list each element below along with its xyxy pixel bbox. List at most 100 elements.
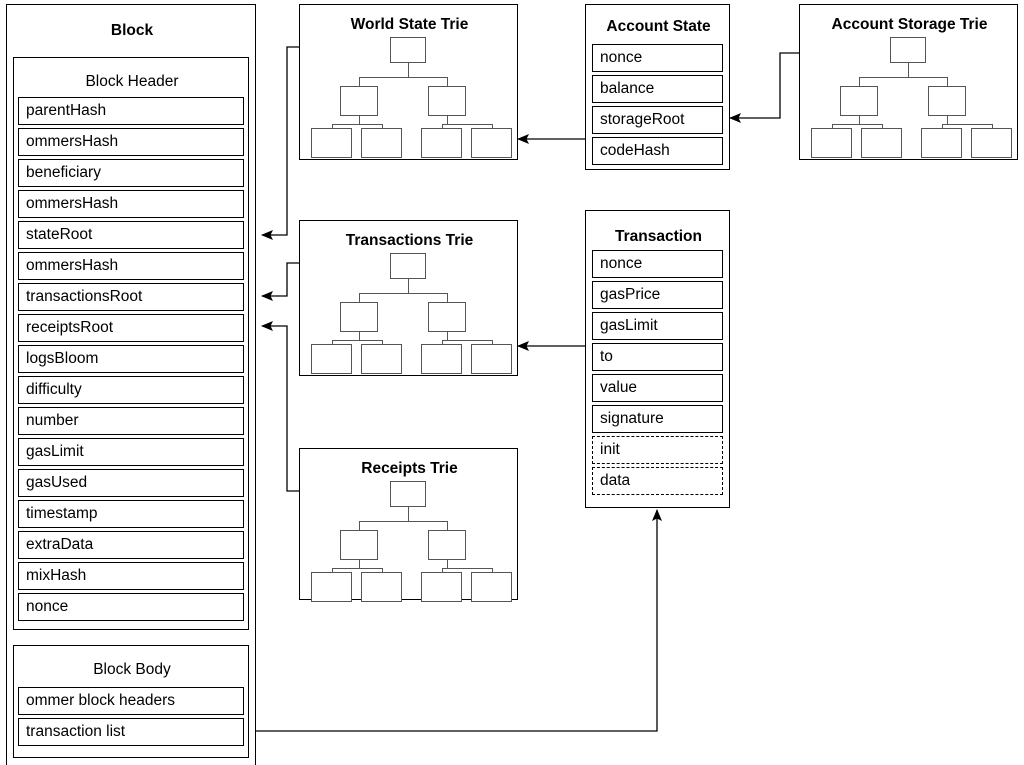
trie-edge-root-stem bbox=[908, 63, 909, 77]
trie-edge-root-stem bbox=[408, 507, 409, 521]
trie-mid-node-0 bbox=[340, 86, 378, 116]
trie-leaf-node-1 bbox=[361, 344, 402, 374]
trie-edge-to-mid-1 bbox=[947, 77, 948, 86]
block-header-field-stateroot: stateRoot bbox=[18, 221, 244, 249]
trie-leaf-node-3 bbox=[471, 572, 512, 602]
trie-edge-mid-0-bar bbox=[331, 568, 382, 569]
trie-edge-mid-1-bar bbox=[941, 124, 992, 125]
trie-mid-node-1 bbox=[428, 86, 466, 116]
trie-edge-root-bar bbox=[359, 293, 447, 294]
block-header-field-difficulty: difficulty bbox=[18, 376, 244, 404]
transactions-trie-title: Transactions Trie bbox=[345, 232, 474, 249]
trie-mid-node-1 bbox=[428, 302, 466, 332]
trie-root-node bbox=[390, 253, 426, 279]
transaction-field-value: value bbox=[592, 374, 723, 402]
trie-edge-to-mid-0 bbox=[359, 77, 360, 86]
trie-root-node bbox=[390, 481, 426, 507]
trie-edge-mid-1-bar bbox=[441, 340, 492, 341]
trie-leaf-node-2 bbox=[421, 128, 462, 158]
block-header-field-timestamp: timestamp bbox=[18, 500, 244, 528]
trie-edge-mid-0-stem bbox=[359, 332, 360, 340]
trie-edge-mid-1-stem bbox=[447, 560, 448, 568]
trie-edge-root-stem bbox=[408, 63, 409, 77]
trie-mid-node-0 bbox=[340, 530, 378, 560]
trie-leaf-node-3 bbox=[471, 128, 512, 158]
block-body-field-transaction-list: transaction list bbox=[18, 718, 244, 746]
trie-root-node bbox=[390, 37, 426, 63]
block-header-field-gaslimit: gasLimit bbox=[18, 438, 244, 466]
trie-edge-mid-0-bar bbox=[331, 124, 382, 125]
trie-leaf-node-0 bbox=[311, 572, 352, 602]
transaction-title: Transaction bbox=[615, 228, 702, 245]
trie-edge-mid-1-stem bbox=[947, 116, 948, 124]
block-header-field-ommershash: ommersHash bbox=[18, 252, 244, 280]
block-header-title: Block Header bbox=[85, 73, 179, 90]
account-state-field-balance: balance bbox=[592, 75, 723, 103]
block-header-field-receiptsroot: receiptsRoot bbox=[18, 314, 244, 342]
trie-edge-to-mid-1 bbox=[447, 293, 448, 302]
trie-edge-mid-1-bar bbox=[441, 568, 492, 569]
trie-mid-node-1 bbox=[428, 530, 466, 560]
trie-leaf-node-1 bbox=[361, 572, 402, 602]
block-header-field-ommershash: ommersHash bbox=[18, 128, 244, 156]
block-header-field-beneficiary: beneficiary bbox=[18, 159, 244, 187]
block-header-field-ommershash: ommersHash bbox=[18, 190, 244, 218]
trie-leaf-node-2 bbox=[421, 344, 462, 374]
block-header-field-nonce: nonce bbox=[18, 593, 244, 621]
trie-edge-to-mid-0 bbox=[359, 521, 360, 530]
transaction-field-to: to bbox=[592, 343, 723, 371]
block-header-field-number: number bbox=[18, 407, 244, 435]
transaction-field-nonce: nonce bbox=[592, 250, 723, 278]
trie-mid-node-0 bbox=[840, 86, 878, 116]
account-state-field-nonce: nonce bbox=[592, 44, 723, 72]
transaction-field-data: data bbox=[592, 467, 723, 495]
trie-edge-root-bar bbox=[359, 77, 447, 78]
trie-root-node bbox=[890, 37, 926, 63]
receipts-trie-title: Receipts Trie bbox=[361, 460, 458, 477]
trie-leaf-node-2 bbox=[421, 572, 462, 602]
block-title: Block bbox=[110, 22, 154, 39]
account-state-field-storageroot: storageRoot bbox=[592, 106, 723, 134]
trie-edge-mid-0-stem bbox=[359, 560, 360, 568]
block-header-field-mixhash: mixHash bbox=[18, 562, 244, 590]
trie-edge-to-mid-0 bbox=[359, 293, 360, 302]
trie-edge-mid-0-bar bbox=[831, 124, 882, 125]
trie-edge-to-mid-1 bbox=[447, 521, 448, 530]
trie-leaf-node-3 bbox=[471, 344, 512, 374]
block-header-field-parenthash: parentHash bbox=[18, 97, 244, 125]
trie-edge-root-bar bbox=[859, 77, 947, 78]
trie-edge-mid-1-stem bbox=[447, 116, 448, 124]
trie-mid-node-0 bbox=[340, 302, 378, 332]
block-header-field-logsbloom: logsBloom bbox=[18, 345, 244, 373]
trie-edge-mid-0-stem bbox=[859, 116, 860, 124]
transaction-field-gasprice: gasPrice bbox=[592, 281, 723, 309]
trie-leaf-node-1 bbox=[861, 128, 902, 158]
trie-mid-node-1 bbox=[928, 86, 966, 116]
trie-leaf-node-3 bbox=[971, 128, 1012, 158]
block-header-field-extradata: extraData bbox=[18, 531, 244, 559]
trie-edge-mid-1-stem bbox=[447, 332, 448, 340]
diagram-canvas: Block Block Header parentHash ommersHash b… bbox=[0, 0, 1024, 765]
block-header-field-gasused: gasUsed bbox=[18, 469, 244, 497]
transaction-field-signature: signature bbox=[592, 405, 723, 433]
block-header-field-transactionsroot: transactionsRoot bbox=[18, 283, 244, 311]
trie-edge-to-mid-1 bbox=[447, 77, 448, 86]
trie-edge-mid-0-bar bbox=[331, 340, 382, 341]
trie-edge-root-bar bbox=[359, 521, 447, 522]
trie-edge-mid-1-bar bbox=[441, 124, 492, 125]
trie-edge-to-mid-0 bbox=[859, 77, 860, 86]
trie-leaf-node-0 bbox=[311, 344, 352, 374]
trie-edge-root-stem bbox=[408, 279, 409, 293]
transaction-field-init: init bbox=[592, 436, 723, 464]
trie-edge-mid-0-stem bbox=[359, 116, 360, 124]
transaction-field-gaslimit: gasLimit bbox=[592, 312, 723, 340]
account-state-field-codehash: codeHash bbox=[592, 137, 723, 165]
trie-leaf-node-0 bbox=[811, 128, 852, 158]
account-storage-trie-title: Account Storage Trie bbox=[831, 16, 988, 33]
world-state-trie-title: World State Trie bbox=[350, 16, 469, 33]
trie-leaf-node-1 bbox=[361, 128, 402, 158]
account-state-title: Account State bbox=[606, 18, 711, 35]
block-body-title: Block Body bbox=[93, 661, 171, 678]
trie-leaf-node-2 bbox=[921, 128, 962, 158]
block-body-field-ommer-block-headers: ommer block headers bbox=[18, 687, 244, 715]
